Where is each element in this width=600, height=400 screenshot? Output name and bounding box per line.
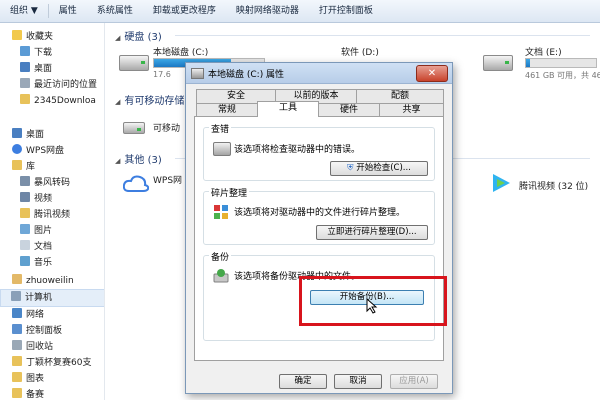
nav-item-wps-cloud[interactable]: WPS网盘 — [12, 143, 64, 159]
nav-item-videos[interactable]: 视频 — [20, 191, 52, 207]
nav-item-charts-folder[interactable]: 图表 — [12, 371, 44, 387]
wps-cloud-icon — [123, 175, 149, 192]
open-control-panel-button[interactable]: 打开控制面板 — [309, 0, 383, 22]
hard-disk-icon — [119, 55, 149, 71]
nav-item-prep-folder[interactable]: 备赛 — [12, 387, 44, 400]
picture-library-icon — [20, 224, 30, 234]
drive-icon — [191, 68, 204, 79]
defragment-now-button[interactable]: 立即进行碎片整理(D)... — [316, 225, 428, 240]
drive-e-usage-bar — [525, 58, 597, 68]
user-folder-icon — [12, 274, 22, 284]
network-icon — [12, 308, 22, 318]
apply-button[interactable]: 应用(A) — [390, 374, 438, 389]
tab-hardware[interactable]: 硬件 — [318, 103, 380, 117]
recent-places-icon — [20, 78, 30, 88]
collapse-triangle-icon: ◢ — [115, 157, 121, 165]
backup-icon — [213, 269, 229, 283]
dialog-title-bar[interactable]: 本地磁盘 (C:) 属性 ✕ — [186, 63, 452, 84]
nav-item-network[interactable]: 网络 — [12, 307, 44, 323]
library-folder-icon — [20, 176, 30, 186]
tab-tools[interactable]: 工具 — [257, 101, 319, 117]
drive-properties-dialog: 本地磁盘 (C:) 属性 ✕ 安全 以前的版本 配额 常规 工具 硬件 共享 查… — [185, 62, 453, 394]
nav-item-dingying-folder[interactable]: 丁颖杯复赛60支 — [12, 355, 91, 371]
tencent-video-item[interactable]: 腾讯视频 (32 位) — [489, 171, 599, 201]
wps-cloud-item[interactable]: WPS网 — [123, 171, 193, 201]
folder-icon — [12, 356, 22, 366]
nav-item-music[interactable]: 音乐 — [20, 255, 52, 271]
mouse-cursor-icon — [366, 298, 378, 314]
defragmentation-section: 碎片整理 该选项将对驱动器中的文件进行碎片整理。 立即进行碎片整理(D)... — [203, 186, 435, 245]
nav-item-recent[interactable]: 最近访问的位置 — [20, 77, 97, 93]
collapse-triangle-icon: ◢ — [115, 98, 121, 106]
removable-drive-icon — [123, 122, 145, 134]
close-button[interactable]: ✕ — [416, 65, 448, 82]
computer-icon — [11, 291, 21, 301]
tab-sharing[interactable]: 共享 — [379, 103, 444, 117]
start-check-button[interactable]: ⛨ 开始检查(C)... — [330, 161, 428, 176]
folder-icon — [12, 372, 22, 382]
removable-drive[interactable]: 可移动 — [123, 119, 193, 139]
uninstall-program-button[interactable]: 卸载或更改程序 — [143, 0, 226, 22]
nav-item-pictures[interactable]: 图片 — [20, 223, 52, 239]
organize-menu[interactable]: 组织 ▼ — [0, 0, 48, 22]
nav-item-baofeng[interactable]: 暴风转码 — [20, 175, 70, 191]
shield-icon: ⛨ — [347, 163, 357, 173]
folder-icon — [20, 208, 30, 218]
disk-check-icon — [213, 142, 231, 156]
group-header-hard-disks[interactable]: ◢ 硬盘 (3) — [115, 28, 162, 43]
nav-item-desktop-root[interactable]: 桌面 — [12, 127, 44, 143]
nav-item-documents[interactable]: 文档 — [20, 239, 52, 255]
group-divider — [175, 35, 590, 36]
star-icon — [12, 30, 22, 40]
dialog-title: 本地磁盘 (C:) 属性 — [208, 70, 285, 80]
navigation-pane: 收藏夹 下载 桌面 最近访问的位置 2345Downloa 桌面 WPS网盘 库… — [0, 23, 105, 400]
group-header-other[interactable]: ◢ 其他 (3) — [115, 151, 162, 166]
properties-button[interactable]: 属性 — [49, 0, 87, 22]
error-checking-section: 查错 该选项将检查驱动器中的错误。 ⛨ 开始检查(C)... — [203, 122, 435, 181]
tab-quota[interactable]: 配额 — [356, 89, 444, 103]
music-library-icon — [20, 256, 30, 266]
video-library-icon — [20, 192, 30, 202]
ok-button[interactable]: 确定 — [279, 374, 327, 389]
command-toolbar: 组织 ▼ 属性 系统属性 卸载或更改程序 映射网络驱动器 打开控制面板 — [0, 0, 600, 23]
nav-favorites[interactable]: 收藏夹 — [12, 29, 53, 45]
document-library-icon — [20, 240, 30, 250]
hard-disk-icon — [483, 55, 513, 71]
system-properties-button[interactable]: 系统属性 — [87, 0, 143, 22]
nav-item-tencent-video[interactable]: 腾讯视频 — [20, 207, 70, 223]
group-header-removable[interactable]: ◢ 有可移动存储 — [115, 92, 184, 107]
nav-item-user[interactable]: zhuoweilin — [12, 273, 74, 289]
cancel-button[interactable]: 取消 — [334, 374, 382, 389]
folder-icon — [12, 388, 22, 398]
nav-item-downloads[interactable]: 下载 — [20, 45, 52, 61]
nav-item-libraries[interactable]: 库 — [12, 159, 35, 175]
nav-item-control-panel[interactable]: 控制面板 — [12, 323, 62, 339]
close-icon: ✕ — [427, 68, 437, 79]
defragment-icon — [214, 205, 228, 219]
nav-item-2345downloads[interactable]: 2345Downloa — [20, 93, 96, 109]
desktop-icon — [20, 62, 30, 72]
drive-e[interactable]: 文档 (E:) 461 GB 可用，共 465 GB — [483, 45, 600, 81]
tab-general[interactable]: 常规 — [196, 103, 258, 117]
nav-item-recycle-bin[interactable]: 回收站 — [12, 339, 53, 355]
nav-item-desktop[interactable]: 桌面 — [20, 61, 52, 77]
cloud-icon — [12, 144, 22, 154]
nav-item-computer[interactable]: 计算机 — [0, 289, 104, 307]
recycle-bin-icon — [12, 340, 22, 350]
collapse-triangle-icon: ◢ — [115, 34, 121, 42]
map-network-drive-button[interactable]: 映射网络驱动器 — [226, 0, 309, 22]
download-folder-icon — [20, 46, 30, 56]
tencent-video-icon — [493, 174, 510, 192]
desktop-icon — [12, 128, 22, 138]
folder-icon — [20, 94, 30, 104]
library-icon — [12, 160, 22, 170]
control-panel-icon — [12, 324, 22, 334]
